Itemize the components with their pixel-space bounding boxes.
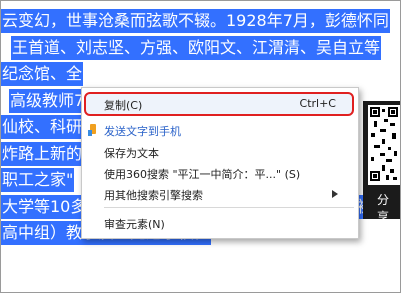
chevron-right-icon [332, 190, 338, 198]
text-line-3: 纪念馆、全 [1, 62, 84, 86]
menu-item-save-text[interactable]: 保存为文本 [82, 142, 356, 162]
menu-item-search360-label: 使用360搜索 "平江一中简介：平..." (S) [104, 168, 301, 181]
menu-item-inspect-label: 审查元素(N) [104, 218, 165, 231]
context-menu: 复制(C) Ctrl+C 发送文字到手机 保存为文本 使用360搜索 "平江一中… [81, 87, 359, 239]
menu-item-other-search[interactable]: 用其他搜索引擎搜索 [82, 184, 356, 204]
menu-item-copy-shortcut: Ctrl+C [299, 97, 336, 110]
text-line-5: 仙校、科研 [1, 115, 84, 139]
menu-item-send-to-phone[interactable]: 发送文字到手机 [82, 120, 356, 140]
menu-item-othersearch-label: 用其他搜索引擎搜索 [104, 189, 203, 202]
text-line-7: 职工之家" [1, 168, 75, 192]
phone-icon [88, 124, 96, 136]
browser-viewport: 云变幻，世事沧桑而弦歌不辍。1928年7月，彭德怀同 王首道、刘志坚、方强、欧阳… [0, 0, 401, 293]
menu-item-send-label: 发送文字到手机 [104, 125, 181, 138]
text-line-6: 炸路上新的 [1, 141, 84, 166]
text-line-2: 王首道、刘志坚、方强、欧阳文、江渭清、吴自立等 [11, 35, 382, 60]
menu-item-inspect[interactable]: 审查元素(N) [82, 213, 356, 233]
text-line-1: 云变幻，世事沧桑而弦歌不辍。1928年7月，彭德怀同 [1, 9, 390, 33]
text-line-4: 高级教师7 [9, 88, 86, 113]
menu-item-copy[interactable]: 复制(C) Ctrl+C [82, 94, 356, 114]
menu-item-save-label: 保存为文本 [104, 147, 159, 160]
qr-code-icon[interactable] [368, 105, 400, 185]
menu-item-search-360[interactable]: 使用360搜索 "平江一中简介：平..." (S) [82, 163, 356, 183]
menu-separator [104, 207, 354, 208]
menu-item-copy-label: 复制(C) [104, 99, 143, 112]
share-label[interactable]: 分享 [377, 191, 400, 225]
